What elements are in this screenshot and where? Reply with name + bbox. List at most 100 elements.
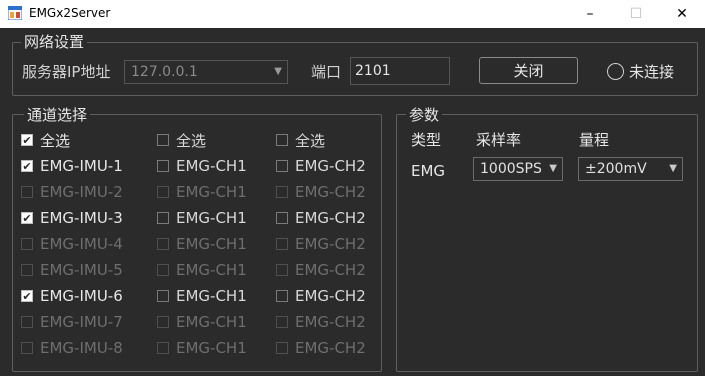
checkbox-ch2-0[interactable]: 全选	[276, 130, 325, 150]
checkbox-ch1-5[interactable]: EMG-CH1	[157, 260, 247, 280]
checkbox-box[interactable]	[157, 186, 169, 198]
checkbox-box[interactable]	[21, 316, 33, 328]
connection-status-radio[interactable]	[607, 63, 624, 80]
checkbox-box[interactable]	[276, 160, 288, 172]
checkbox-imu-4[interactable]: EMG-IMU-4	[21, 234, 123, 254]
checkbox-box[interactable]	[157, 316, 169, 328]
range-select[interactable]: ±200mV ▼	[578, 157, 683, 181]
checkbox-box[interactable]	[21, 186, 33, 198]
checkbox-ch2-1[interactable]: EMG-CH2	[276, 156, 366, 176]
close-icon: ✕	[676, 6, 688, 22]
checkbox-box[interactable]	[21, 342, 33, 354]
checkbox-label: EMG-IMU-4	[40, 235, 123, 253]
checkbox-box[interactable]	[157, 212, 169, 224]
port-label: 端口	[311, 63, 342, 81]
server-ip-value: 127.0.0.1	[131, 64, 198, 80]
checkbox-box[interactable]: ✔	[21, 160, 33, 172]
checkbox-ch1-3[interactable]: EMG-CH1	[157, 208, 247, 228]
checkbox-label: 全选	[176, 131, 207, 150]
checkbox-imu-7[interactable]: EMG-IMU-7	[21, 312, 123, 332]
chevron-down-icon: ▼	[274, 66, 282, 77]
checkbox-box[interactable]	[157, 238, 169, 250]
network-settings-legend: 网络设置	[21, 33, 88, 51]
checkbox-ch2-7[interactable]: EMG-CH2	[276, 312, 366, 332]
checkbox-label: EMG-CH1	[176, 313, 247, 331]
checkbox-imu-8[interactable]: EMG-IMU-8	[21, 338, 123, 358]
checkbox-box[interactable]	[276, 212, 288, 224]
parameters-legend: 参数	[406, 106, 443, 124]
checkbox-box[interactable]	[157, 134, 169, 146]
checkbox-imu-1[interactable]: ✔ EMG-IMU-1	[21, 156, 123, 176]
checkbox-box[interactable]	[276, 238, 288, 250]
checkbox-label: 全选	[295, 131, 326, 150]
checkbox-label: EMG-CH1	[176, 261, 247, 279]
maximize-button[interactable]: ☐	[613, 0, 659, 28]
checkbox-ch1-6[interactable]: EMG-CH1	[157, 286, 247, 306]
checkbox-ch1-7[interactable]: EMG-CH1	[157, 312, 247, 332]
checkbox-label: EMG-CH1	[176, 209, 247, 227]
type-header: 类型	[411, 131, 442, 149]
checkbox-box[interactable]: ✔	[21, 290, 33, 302]
checkbox-imu-5[interactable]: EMG-IMU-5	[21, 260, 123, 280]
checkbox-ch1-0[interactable]: 全选	[157, 130, 206, 150]
range-header: 量程	[579, 131, 610, 149]
checkbox-box[interactable]	[276, 342, 288, 354]
checkbox-ch1-8[interactable]: EMG-CH1	[157, 338, 247, 358]
checkbox-box[interactable]	[157, 264, 169, 276]
checkbox-label: EMG-CH1	[176, 235, 247, 253]
checkbox-label: EMG-IMU-6	[40, 287, 123, 305]
checkbox-ch2-5[interactable]: EMG-CH2	[276, 260, 366, 280]
checkbox-imu-3[interactable]: ✔ EMG-IMU-3	[21, 208, 123, 228]
server-ip-select[interactable]: 127.0.0.1 ▼	[124, 60, 288, 84]
checkbox-ch2-2[interactable]: EMG-CH2	[276, 182, 366, 202]
checkbox-label: EMG-CH1	[176, 339, 247, 357]
checkbox-box[interactable]	[157, 342, 169, 354]
checkbox-ch1-4[interactable]: EMG-CH1	[157, 234, 247, 254]
checkbox-ch2-8[interactable]: EMG-CH2	[276, 338, 366, 358]
checkbox-ch1-2[interactable]: EMG-CH1	[157, 182, 247, 202]
checkbox-label: EMG-IMU-1	[40, 157, 123, 175]
check-icon: ✔	[22, 289, 32, 303]
checkbox-label: EMG-IMU-5	[40, 261, 123, 279]
window-title: EMGx2Server	[29, 6, 111, 20]
checkbox-box[interactable]	[157, 290, 169, 302]
close-connection-button[interactable]: 关闭	[479, 57, 578, 84]
chevron-down-icon: ▼	[549, 163, 557, 174]
checkbox-box[interactable]	[276, 134, 288, 146]
parameters-group	[396, 114, 698, 372]
checkbox-label: EMG-IMU-8	[40, 339, 123, 357]
close-window-button[interactable]: ✕	[659, 0, 705, 28]
minimize-button[interactable]: –	[567, 0, 613, 28]
checkbox-box[interactable]	[276, 290, 288, 302]
port-input[interactable]: 2101	[350, 57, 450, 85]
checkbox-box[interactable]	[276, 264, 288, 276]
server-ip-label: 服务器IP地址	[22, 63, 111, 81]
checkbox-box[interactable]	[157, 160, 169, 172]
title-bar: EMGx2Server – ☐ ✕	[0, 0, 705, 28]
checkbox-label: EMG-IMU-7	[40, 313, 123, 331]
checkbox-box[interactable]: ✔	[21, 212, 33, 224]
range-value: ±200mV	[585, 161, 647, 177]
checkbox-imu-6[interactable]: ✔ EMG-IMU-6	[21, 286, 123, 306]
checkbox-box[interactable]: ✔	[21, 134, 33, 146]
checkbox-label: EMG-CH2	[295, 339, 366, 357]
checkbox-ch1-1[interactable]: EMG-CH1	[157, 156, 247, 176]
checkbox-label: EMG-CH1	[176, 183, 247, 201]
checkbox-box[interactable]	[21, 264, 33, 276]
checkbox-imu-0[interactable]: ✔ 全选	[21, 130, 70, 150]
checkbox-label: 全选	[40, 131, 71, 150]
sample-rate-select[interactable]: 1000SPS ▼	[473, 157, 563, 181]
sample-rate-value: 1000SPS	[480, 161, 542, 177]
checkbox-label: EMG-CH2	[295, 313, 366, 331]
checkbox-label: EMG-CH1	[176, 287, 247, 305]
channel-selection-legend: 通道选择	[24, 106, 91, 124]
checkbox-imu-2[interactable]: EMG-IMU-2	[21, 182, 123, 202]
check-icon: ✔	[22, 159, 32, 173]
checkbox-box[interactable]	[276, 186, 288, 198]
checkbox-ch2-3[interactable]: EMG-CH2	[276, 208, 366, 228]
app-icon	[8, 6, 22, 20]
checkbox-ch2-6[interactable]: EMG-CH2	[276, 286, 366, 306]
checkbox-box[interactable]	[276, 316, 288, 328]
checkbox-box[interactable]	[21, 238, 33, 250]
checkbox-ch2-4[interactable]: EMG-CH2	[276, 234, 366, 254]
